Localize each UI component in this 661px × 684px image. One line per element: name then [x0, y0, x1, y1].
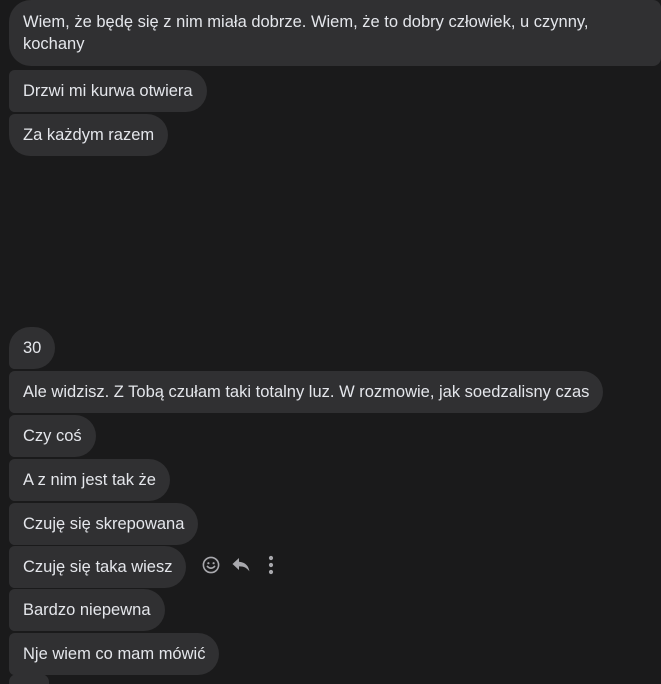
- message-text: Drzwi mi kurwa otwiera: [23, 82, 193, 100]
- message-text: Wiem, że będę się z nim miała dobrze. Wi…: [23, 13, 589, 53]
- message-bubble[interactable]: Za każdym razem: [9, 114, 169, 156]
- message-bubble[interactable]: Czuję się taka wiesz: [9, 546, 187, 588]
- message-text: Czuję się skrepowana: [23, 515, 185, 533]
- message-text: Bardzo niepewna: [23, 601, 151, 619]
- message-text: Czuję się taka wiesz: [23, 558, 173, 576]
- more-button[interactable]: [264, 554, 278, 576]
- message-text: Za każdym razem: [23, 126, 155, 144]
- react-button[interactable]: [200, 554, 222, 576]
- message-text: 30: [23, 339, 42, 357]
- message-bubble[interactable]: 30: [9, 327, 56, 369]
- reply-button[interactable]: [230, 554, 252, 576]
- message-text: Ale widzisz. Z Tobą czułam taki totalny …: [23, 383, 590, 401]
- message-bubble[interactable]: Nje wiem co mam mówić: [9, 633, 220, 675]
- message-text: A z nim jest tak że: [23, 471, 156, 489]
- message-bubble[interactable]: Bardzo niepewna: [9, 589, 165, 631]
- message-hover-actions: [200, 553, 278, 577]
- message-bubble[interactable]: Drzwi mi kurwa otwiera: [9, 70, 207, 112]
- reply-icon: [232, 558, 250, 572]
- message-bubble[interactable]: Czuję się skrepowana: [9, 503, 199, 545]
- message-bubble[interactable]: Wiem, że będę się z nim miała dobrze. Wi…: [9, 0, 661, 66]
- message-thread: Wiem, że będę się z nim miała dobrze. Wi…: [0, 0, 661, 684]
- message-bubble-partial: [9, 674, 49, 684]
- message-text: Nje wiem co mam mówić: [23, 645, 206, 663]
- more-vertical-icon: [268, 555, 274, 575]
- smiley-icon: [202, 556, 220, 574]
- message-bubble[interactable]: A z nim jest tak że: [9, 459, 170, 501]
- message-text: Czy coś: [23, 427, 82, 445]
- message-bubble[interactable]: Ale widzisz. Z Tobą czułam taki totalny …: [9, 371, 604, 413]
- message-bubble[interactable]: Czy coś: [9, 415, 96, 457]
